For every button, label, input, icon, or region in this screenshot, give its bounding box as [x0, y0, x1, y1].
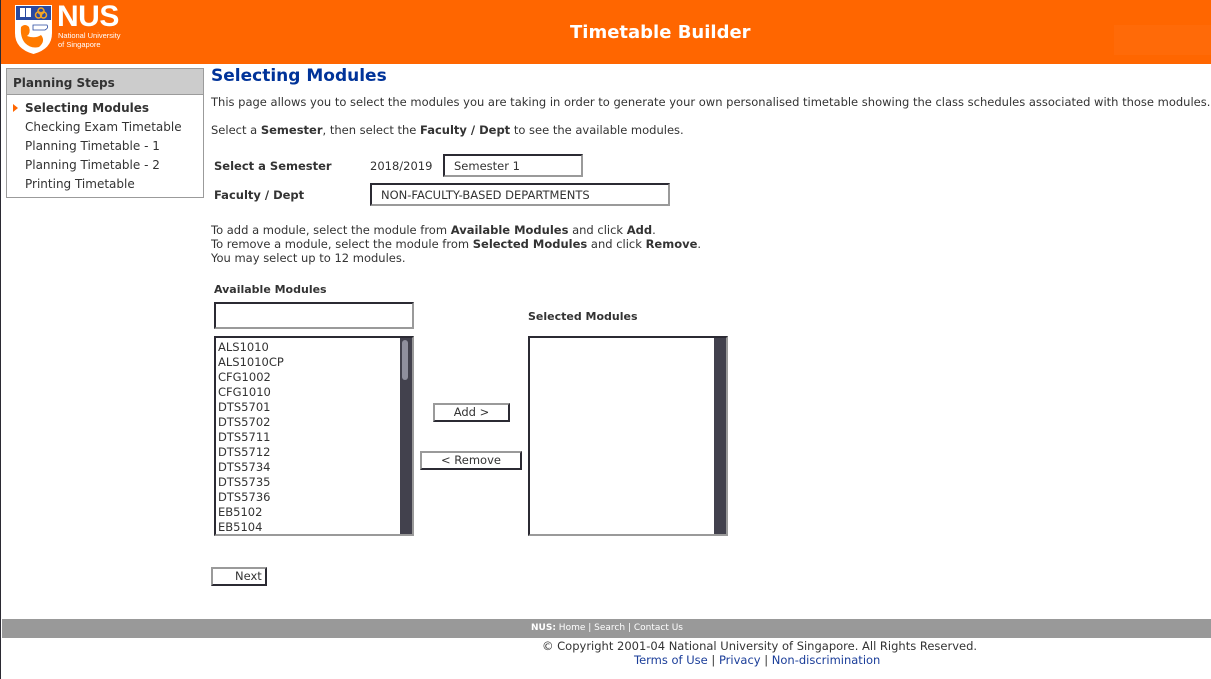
- step-label: Planning Timetable - 2: [25, 158, 160, 172]
- module-option[interactable]: DTS5736: [218, 490, 412, 505]
- step-label: Planning Timetable - 1: [25, 139, 160, 153]
- faculty-select[interactable]: NON-FACULTY-BASED DEPARTMENTS: [370, 183, 670, 206]
- scrollbar-thumb[interactable]: [402, 340, 408, 380]
- footer-nus-label: NUS:: [531, 623, 556, 633]
- step-checking-exam-timetable[interactable]: Checking Exam Timetable: [7, 119, 203, 138]
- instruction-text: Select a Semester, then select the Facul…: [211, 123, 684, 137]
- module-option[interactable]: ALS1010: [218, 340, 412, 355]
- footer-link-search[interactable]: Search: [594, 623, 625, 633]
- current-step-arrow-icon: [13, 104, 18, 112]
- module-option[interactable]: CFG1002: [218, 370, 412, 385]
- selected-modules-label: Selected Modules: [528, 310, 638, 323]
- module-option[interactable]: DTS5735: [218, 475, 412, 490]
- available-modules-list[interactable]: ALS1010 ALS1010CP CFG1002 CFG1010 DTS5701 DTS…: [214, 336, 414, 536]
- step-label: Checking Exam Timetable: [25, 120, 182, 134]
- intro-text: This page allows you to select the modul…: [211, 95, 1211, 109]
- help-add: To add a module, select the module from …: [211, 223, 656, 237]
- nus-crest-icon: [15, 5, 52, 54]
- module-option[interactable]: DTS5701: [218, 400, 412, 415]
- selected-list-scrollbar[interactable]: [714, 338, 726, 534]
- step-planning-timetable-2[interactable]: Planning Timetable - 2: [7, 157, 203, 176]
- module-option[interactable]: DTS5711: [218, 430, 412, 445]
- logo-wordmark: NUS: [57, 0, 119, 33]
- logo-subtitle-line2: of Singapore: [58, 40, 101, 49]
- legal-links: Terms of Use | Privacy | Non-discriminat…: [634, 653, 881, 667]
- non-discrimination-link[interactable]: Non-discrimination: [772, 653, 881, 667]
- app-title: Timetable Builder: [570, 22, 751, 43]
- terms-of-use-link[interactable]: Terms of Use: [634, 653, 708, 667]
- nus-logo[interactable]: NUS National University of Singapore: [13, 0, 133, 59]
- header-banner: NUS National University of Singapore Tim…: [1, 0, 1211, 64]
- step-label: Selecting Modules: [25, 101, 150, 115]
- available-modules-label: Available Modules: [214, 283, 327, 296]
- step-printing-timetable[interactable]: Printing Timetable: [7, 176, 203, 195]
- module-option[interactable]: DTS5734: [218, 460, 412, 475]
- available-modules-items: ALS1010 ALS1010CP CFG1002 CFG1010 DTS5701 DTS…: [216, 338, 412, 534]
- page-title: Selecting Modules: [211, 66, 387, 86]
- remove-module-button[interactable]: < Remove: [420, 451, 522, 470]
- footer-link-contact-us[interactable]: Contact Us: [634, 623, 683, 633]
- copyright-text: © Copyright 2001-04 National University …: [542, 639, 978, 653]
- module-option[interactable]: EB5104: [218, 520, 412, 534]
- module-option[interactable]: ALS1010CP: [218, 355, 412, 370]
- semester-label: Select a Semester: [214, 159, 332, 173]
- planning-steps-list: Selecting Modules Checking Exam Timetabl…: [7, 95, 203, 195]
- semester-select[interactable]: Semester 1: [443, 154, 583, 177]
- faculty-label: Faculty / Dept: [214, 188, 305, 202]
- selected-modules-list[interactable]: [528, 336, 728, 536]
- next-button[interactable]: Next >: [211, 567, 267, 586]
- module-option[interactable]: DTS5702: [218, 415, 412, 430]
- help-text: To add a module, select the module from …: [211, 223, 701, 265]
- step-planning-timetable-1[interactable]: Planning Timetable - 1: [7, 138, 203, 157]
- footer-link-home[interactable]: Home: [559, 623, 586, 633]
- module-option[interactable]: EB5102: [218, 505, 412, 520]
- privacy-link[interactable]: Privacy: [719, 653, 761, 667]
- logo-subtitle: National University of Singapore: [58, 31, 138, 49]
- planning-steps-title: Planning Steps: [7, 69, 203, 95]
- step-selecting-modules[interactable]: Selecting Modules: [7, 100, 203, 119]
- help-limit: You may select up to 12 modules.: [211, 251, 406, 265]
- planning-steps-panel: Planning Steps Selecting Modules Checkin…: [6, 68, 204, 198]
- step-label: Printing Timetable: [25, 177, 135, 191]
- add-module-button[interactable]: Add >: [433, 403, 510, 422]
- footer-nav-bar: NUS: Home | Search | Contact Us: [2, 619, 1211, 638]
- selected-modules-items: [530, 338, 726, 340]
- header-decoration: [1114, 25, 1211, 55]
- module-option[interactable]: CFG1010: [218, 385, 412, 400]
- module-search-input[interactable]: [214, 302, 414, 329]
- module-option[interactable]: DTS5712: [218, 445, 412, 460]
- help-remove: To remove a module, select the module fr…: [211, 237, 702, 251]
- logo-subtitle-line1: National University: [58, 31, 121, 40]
- academic-year: 2018/2019: [370, 159, 433, 173]
- available-list-scrollbar[interactable]: [400, 338, 412, 534]
